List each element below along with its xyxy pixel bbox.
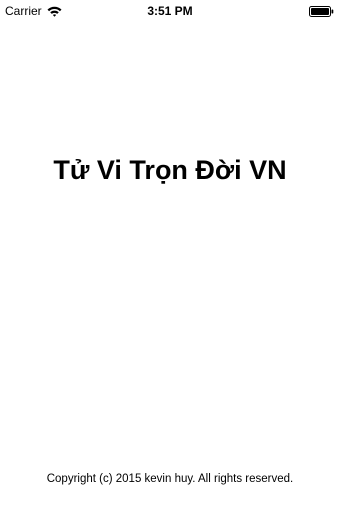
status-time: 3:51 PM bbox=[147, 4, 193, 18]
battery-full-icon bbox=[309, 6, 334, 17]
copyright-text: Copyright (c) 2015 kevin huy. All rights… bbox=[46, 473, 294, 485]
app-title: Tử Vi Trọn Đời VN bbox=[53, 155, 287, 185]
status-bar: Carrier 3:51 PM bbox=[0, 0, 340, 22]
